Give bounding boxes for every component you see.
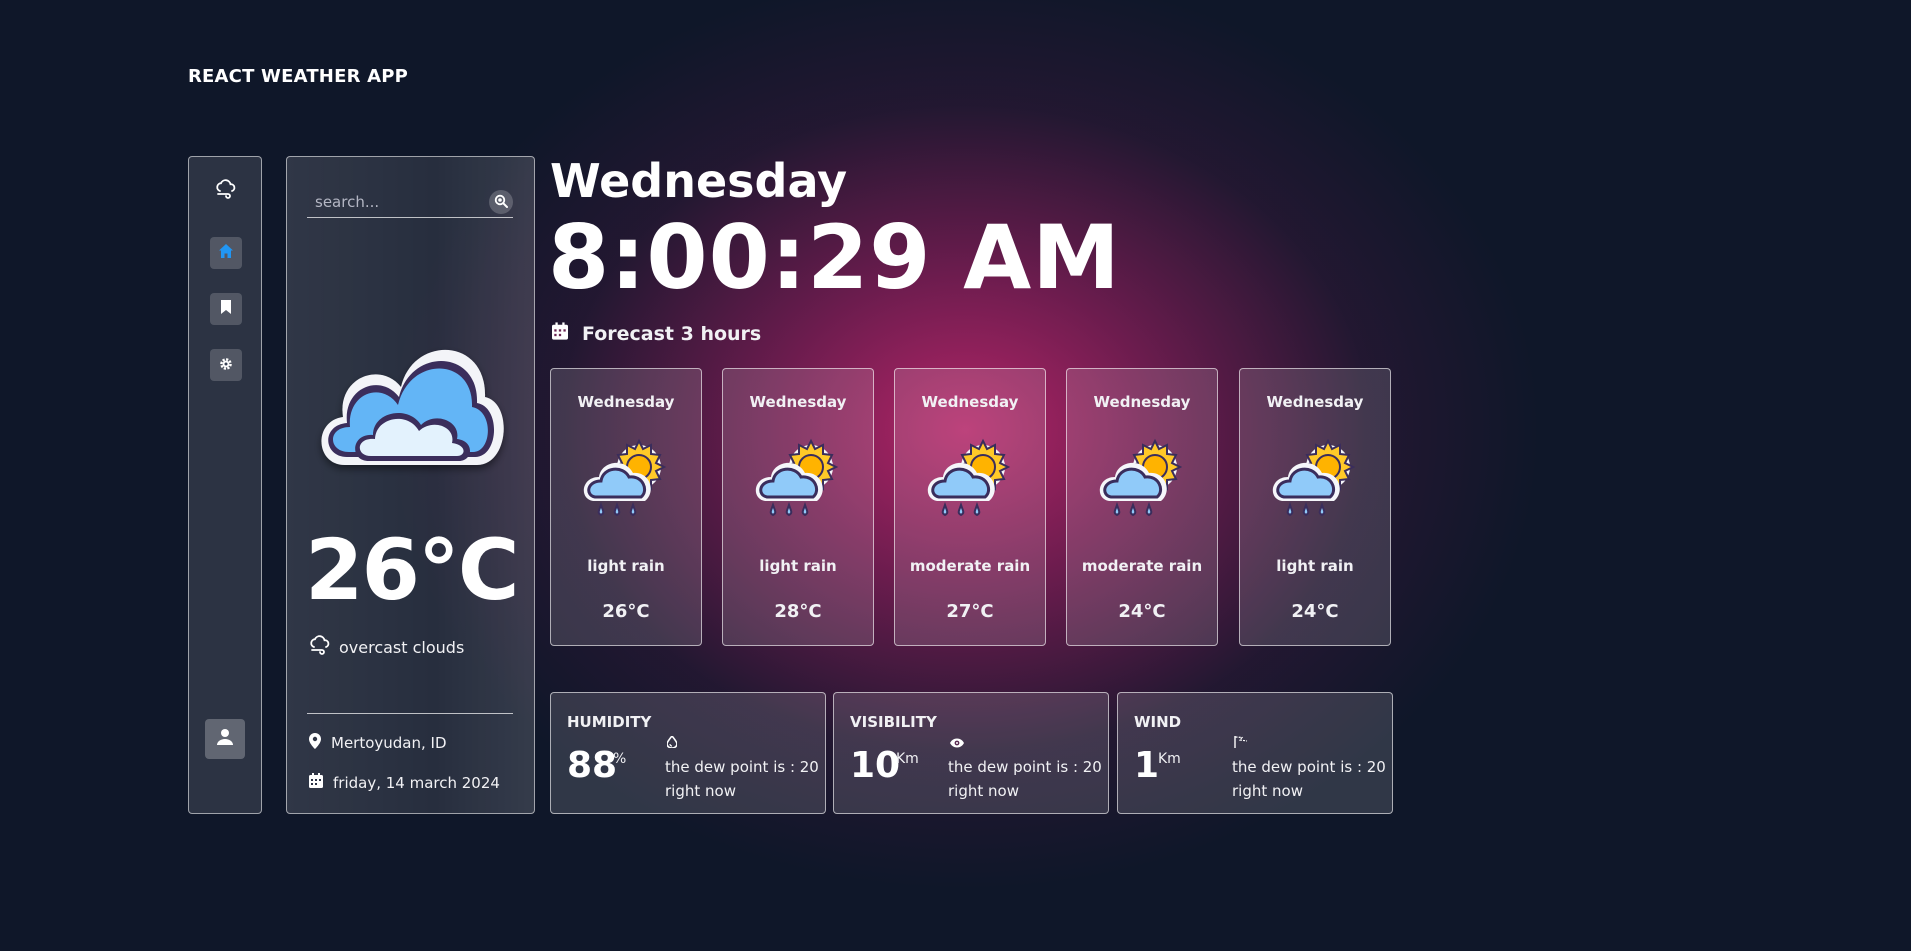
forecast-card[interactable]: Wednesday light rain 26°C <box>550 368 702 646</box>
forecast-title-label: Forecast 3 hours <box>582 322 762 345</box>
rain-sun-icon <box>1097 433 1189 533</box>
forecast-temperature: 28°C <box>774 601 822 622</box>
date-label: friday, 14 march 2024 <box>333 773 500 792</box>
forecast-temperature: 24°C <box>1118 601 1166 622</box>
search-bar <box>307 185 513 218</box>
date-row: friday, 14 march 2024 <box>309 773 500 792</box>
stat-note: the dew point is : 20 right now <box>948 755 1108 803</box>
nav-logo[interactable] <box>210 175 242 207</box>
forecast-description: light rain <box>759 557 837 575</box>
forecast-day: Wednesday <box>921 393 1019 411</box>
stat-note-line: the dew point is : 20 <box>1232 758 1386 776</box>
stat-unit: Km <box>896 751 919 767</box>
wind-card: WIND 1 Km the dew point is : 20 right no… <box>1117 692 1393 814</box>
day-heading: Wednesday <box>550 154 848 208</box>
stat-note-line: right now <box>665 782 736 800</box>
stat-value: 88 <box>567 745 618 786</box>
calendar-icon <box>309 773 323 792</box>
rain-sun-icon <box>581 433 673 533</box>
nav-settings[interactable] <box>210 349 242 381</box>
stat-label: HUMIDITY <box>567 713 652 731</box>
forecast-card[interactable]: Wednesday moderate rain 24°C <box>1066 368 1218 646</box>
forecast-day: Wednesday <box>577 393 675 411</box>
bookmark-icon <box>220 299 232 319</box>
nav-home[interactable] <box>210 237 242 269</box>
gear-icon <box>219 356 233 375</box>
forecast-card[interactable]: Wednesday light rain 28°C <box>722 368 874 646</box>
current-condition: overcast clouds <box>309 635 464 659</box>
stat-label: WIND <box>1134 713 1182 731</box>
user-icon <box>216 728 234 750</box>
stat-value: 1 <box>1134 745 1160 786</box>
stat-note-line: the dew point is : 20 <box>948 758 1102 776</box>
stat-value: 10 <box>850 745 901 786</box>
stat-note-line: right now <box>948 782 1019 800</box>
app-title: REACT WEATHER APP <box>188 66 409 87</box>
stat-label: VISIBILITY <box>850 713 937 731</box>
stat-unit: % <box>613 751 627 767</box>
side-nav <box>188 156 262 814</box>
clock: 8:00:29 AM <box>548 206 1121 309</box>
forecast-card[interactable]: Wednesday light rain 24°C <box>1239 368 1391 646</box>
location-row: Mertoyudan, ID <box>309 733 447 753</box>
current-weather-panel: 26°C overcast clouds Mertoyudan, ID frid… <box>286 156 535 814</box>
search-input[interactable] <box>313 191 477 213</box>
location-label: Mertoyudan, ID <box>331 734 447 752</box>
search-icon <box>494 193 508 212</box>
forecast-temperature: 26°C <box>602 601 650 622</box>
forecast-title: Forecast 3 hours <box>552 322 761 345</box>
home-icon <box>218 243 234 263</box>
forecast-description: moderate rain <box>909 557 1031 575</box>
rain-sun-icon <box>925 433 1017 533</box>
stat-unit: Km <box>1158 751 1181 767</box>
wind-flag-icon <box>1234 733 1248 752</box>
cloud-wind-icon <box>215 179 237 203</box>
forecast-day: Wednesday <box>1093 393 1191 411</box>
forecast-card[interactable]: Wednesday moderate rain 27°C <box>894 368 1046 646</box>
stat-note-line: right now <box>1232 782 1303 800</box>
forecast-temperature: 27°C <box>946 601 994 622</box>
forecast-description: light rain <box>587 557 665 575</box>
cloud-wind-icon <box>309 635 331 659</box>
forecast-day: Wednesday <box>1266 393 1364 411</box>
stat-note-line: the dew point is : 20 <box>665 758 819 776</box>
rain-sun-icon <box>753 433 845 533</box>
stat-note: the dew point is : 20 right now <box>1232 755 1392 803</box>
divider <box>307 713 513 714</box>
current-temperature: 26°C <box>305 521 520 619</box>
map-pin-icon <box>309 733 321 753</box>
droplet-icon <box>666 733 678 752</box>
calendar-icon <box>552 322 568 345</box>
visibility-card: VISIBILITY 10 Km the dew point is : 20 r… <box>833 692 1109 814</box>
forecast-day: Wednesday <box>749 393 847 411</box>
overcast-cloud-icon <box>309 315 509 489</box>
eye-icon <box>950 733 964 752</box>
forecast-description: moderate rain <box>1081 557 1203 575</box>
user-avatar-button[interactable] <box>205 719 245 759</box>
humidity-card: HUMIDITY 88 % the dew point is : 20 righ… <box>550 692 826 814</box>
forecast-description: light rain <box>1276 557 1354 575</box>
nav-bookmarks[interactable] <box>210 293 242 325</box>
rain-sun-icon <box>1270 433 1362 533</box>
condition-label: overcast clouds <box>339 637 465 657</box>
forecast-temperature: 24°C <box>1291 601 1339 622</box>
stat-note: the dew point is : 20 right now <box>665 755 825 803</box>
search-button[interactable] <box>489 190 513 214</box>
